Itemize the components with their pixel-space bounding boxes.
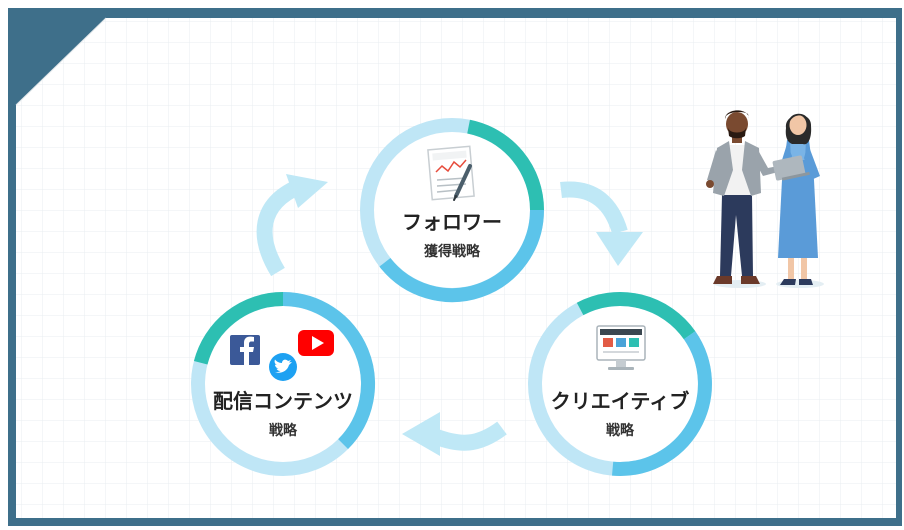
- creative-subtitle: 戦略: [606, 422, 635, 439]
- cycle-node-follower: フォロワー 獲得戦略: [360, 118, 545, 303]
- distribution-subtitle: 戦略: [269, 422, 298, 439]
- diagram-svg: フォロワー 獲得戦略 クリエイティブ 戦略 配信コンテンツ 戦略: [8, 8, 902, 526]
- follower-title: フォロワー: [402, 210, 502, 234]
- distribution-title: 配信コンテンツ: [213, 389, 353, 413]
- creative-title: クリエイティブ: [551, 389, 689, 413]
- twitter-icon: [269, 353, 297, 381]
- cycle-node-creative: クリエイティブ 戦略: [528, 292, 712, 477]
- youtube-icon: [298, 330, 334, 356]
- document-pen-icon: [427, 145, 475, 201]
- facebook-icon: [230, 335, 260, 365]
- diagram-canvas: フォロワー 獲得戦略 クリエイティブ 戦略 配信コンテンツ 戦略: [0, 0, 904, 530]
- cycle-node-distribution: 配信コンテンツ 戦略: [191, 292, 375, 476]
- follower-subtitle: 獲得戦略: [424, 243, 481, 260]
